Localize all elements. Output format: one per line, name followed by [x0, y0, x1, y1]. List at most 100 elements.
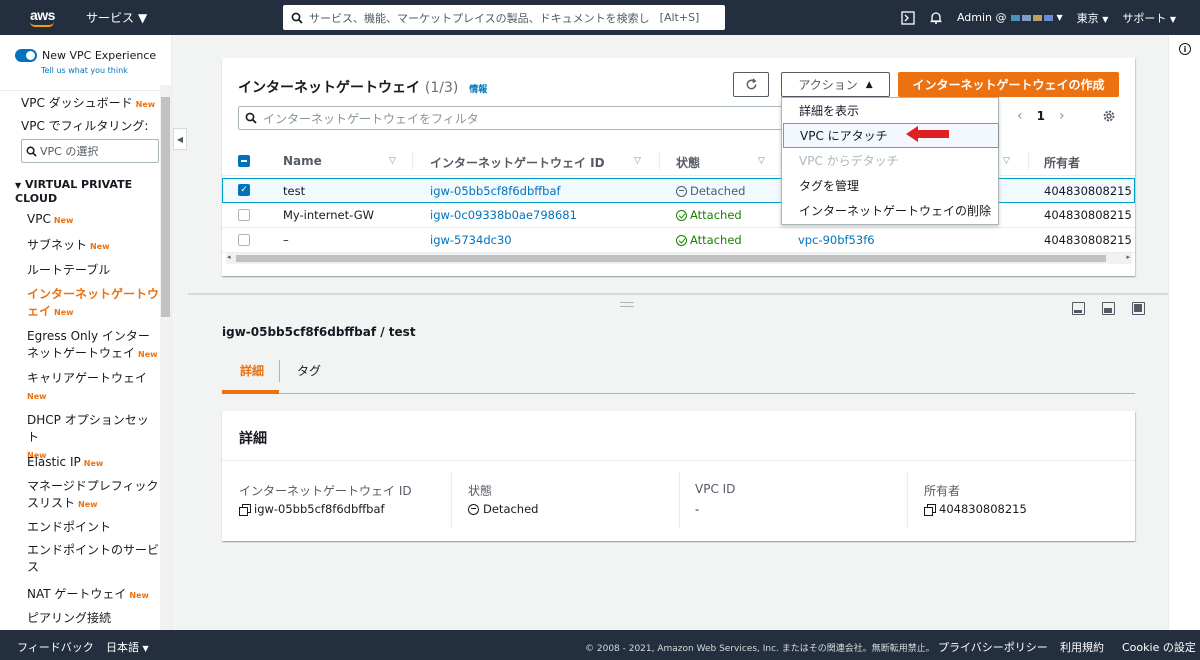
scroll-left-icon[interactable]: ◂ [227, 253, 231, 261]
table-horizontal-scrollbar[interactable]: ◂ ▸ [226, 253, 1132, 264]
create-igw-button[interactable]: インターネットゲートウェイの作成 [898, 72, 1119, 97]
privacy-link[interactable]: プライバシーポリシー [938, 639, 1048, 655]
row-checkbox[interactable] [238, 209, 250, 221]
bell-icon[interactable] [929, 11, 943, 25]
scroll-thumb[interactable] [236, 255, 1106, 262]
sidebar-item-label: NAT ゲートウェイ [27, 587, 127, 601]
col-divider [1028, 152, 1029, 170]
terms-link[interactable]: 利用規約 [1060, 639, 1104, 655]
table-row[interactable]: – igw-5734dc30 Attached vpc-90bf53f6 404… [222, 228, 1135, 253]
page-number[interactable]: 1 [1037, 109, 1045, 123]
language-label: 日本語 [106, 641, 139, 654]
sidebar-item-label: インターネットゲートウェイ [27, 287, 160, 318]
tab-details[interactable]: 詳細 [240, 362, 264, 379]
search-icon [26, 146, 37, 157]
sort-icon[interactable]: ▽ [634, 156, 641, 166]
new-vpc-toggle[interactable] [15, 49, 37, 62]
feedback-button[interactable]: フィードバック [17, 639, 94, 655]
new-vpc-toggle-row[interactable]: New VPC Experience [15, 49, 156, 62]
col-igw-id[interactable]: インターネットゲートウェイ ID [430, 154, 605, 171]
col-owner[interactable]: 所有者 [1044, 154, 1080, 171]
layout-split-icon[interactable] [1102, 302, 1115, 315]
caret-down-icon: ▼ [1056, 13, 1063, 22]
region-menu[interactable]: 東京 ▼ [1077, 10, 1109, 26]
refresh-button[interactable] [733, 72, 769, 97]
sidebar-scroll-thumb[interactable] [161, 97, 170, 317]
sort-icon[interactable]: ▽ [758, 156, 765, 166]
sort-icon[interactable]: ▽ [389, 156, 396, 166]
menu-item-view-details[interactable]: 詳細を表示 [783, 98, 999, 123]
table-title: インターネットゲートウェイ [238, 80, 420, 96]
sidebar-item-endpoint-services[interactable]: エンドポイントのサービス [27, 542, 159, 576]
info-icon[interactable]: i [1179, 43, 1191, 55]
sidebar-item-label: Egress Only インターネットゲートウェイ [27, 329, 150, 360]
aws-logo[interactable]: aws [18, 3, 58, 33]
sidebar-item-dashboard[interactable]: VPC ダッシュボード New [21, 95, 161, 113]
chevron-right-icon[interactable]: › [1059, 108, 1065, 124]
layout-maximize-icon[interactable] [1132, 302, 1145, 315]
vpc-select[interactable]: VPC の選択 [21, 139, 159, 163]
details-card: 詳細 インターネットゲートウェイ ID igw-05bb5cf8f6dbffba… [222, 411, 1135, 541]
copy-icon[interactable] [924, 503, 936, 516]
sidebar-collapse-button[interactable]: ◀ [173, 128, 187, 150]
chevron-left-icon[interactable]: ‹ [1017, 108, 1023, 124]
new-badge: New [53, 216, 74, 225]
filter-input[interactable]: インターネットゲートウェイをフィルタ [238, 106, 783, 130]
select-all-checkbox[interactable] [238, 155, 250, 167]
layout-minimize-icon[interactable] [1072, 302, 1085, 315]
global-search-input[interactable]: サービス、機能、マーケットプレイスの製品、ドキュメントを検索し [Alt+S] [283, 5, 725, 30]
state-label: Attached [690, 208, 742, 222]
account-menu[interactable]: Admin @ ▼ [957, 11, 1063, 24]
row-checkbox[interactable]: ✓ [238, 184, 250, 196]
section-virtual-private-cloud[interactable]: ▼ VIRTUAL PRIVATE CLOUD [15, 178, 160, 205]
cell-state: Detached [676, 184, 745, 198]
sidebar-item-endpoints[interactable]: エンドポイント [27, 519, 159, 536]
cell-name: – [283, 233, 289, 247]
language-selector[interactable]: 日本語 ▼ [106, 639, 149, 655]
sidebar-item-label: Elastic IP [27, 455, 81, 469]
cell-igw-id-link[interactable]: igw-5734dc30 [430, 233, 512, 247]
actions-button[interactable]: アクション ▲ [781, 72, 890, 97]
detached-icon [468, 503, 479, 515]
sidebar-item-egress-only-igw[interactable]: Egress Only インターネットゲートウェイ New [27, 328, 159, 363]
support-menu[interactable]: サポート ▼ [1122, 10, 1176, 26]
help-panel-rail: i [1168, 35, 1200, 630]
sidebar-item-prefix-lists[interactable]: マネージドプレフィックスリスト New [27, 478, 159, 513]
services-menu[interactable]: サービス ▼ [86, 9, 147, 26]
menu-item-attach-to-vpc[interactable]: VPC にアタッチ [783, 123, 999, 148]
feedback-link[interactable]: Tell us what you think [41, 66, 128, 75]
row-checkbox[interactable] [238, 234, 250, 246]
sidebar-item-route-tables[interactable]: ルートテーブル [27, 262, 159, 279]
col-name[interactable]: Name [283, 154, 322, 168]
sidebar-item-elastic-ip[interactable]: Elastic IP New [27, 454, 159, 472]
page-title: インターネットゲートウェイ (1/3) 情報 [238, 77, 487, 97]
col-state[interactable]: 状態 [676, 154, 700, 171]
cookie-settings-link[interactable]: Cookie の設定 [1122, 639, 1196, 655]
cell-vpc-link[interactable]: vpc-90bf53f6 [798, 233, 875, 247]
field-value-text: 404830808215 [939, 502, 1027, 516]
sidebar-item-subnets[interactable]: サブネット New [27, 237, 159, 255]
new-badge: New [138, 350, 158, 359]
sort-icon[interactable]: ▽ [1003, 156, 1010, 166]
sidebar-item-vpc[interactable]: VPC New [27, 211, 159, 229]
info-link[interactable]: 情報 [469, 85, 487, 95]
search-shortcut: [Alt+S] [659, 11, 700, 24]
sidebar-item-carrier-gateways[interactable]: キャリアゲートウェイ New [27, 370, 159, 405]
menu-item-manage-tags[interactable]: タグを管理 [783, 173, 999, 198]
scroll-right-icon[interactable]: ▸ [1126, 253, 1130, 261]
caret-down-icon: ▼ [138, 10, 148, 25]
menu-item-delete-igw[interactable]: インターネットゲートウェイの削除 [783, 198, 999, 223]
cloudshell-icon[interactable] [901, 10, 915, 25]
sidebar-item-internet-gateways[interactable]: インターネットゲートウェイ New [27, 286, 159, 321]
state-label: Detached [690, 184, 746, 198]
selection-count: (1/3) [424, 80, 459, 96]
cell-igw-id-link[interactable]: igw-05bb5cf8f6dbffbaf [430, 184, 561, 198]
region-label: 東京 [1076, 11, 1099, 25]
sidebar-item-nat-gateways[interactable]: NAT ゲートウェイ New [27, 586, 159, 604]
cell-igw-id-link[interactable]: igw-0c09338b0ae798681 [430, 208, 577, 222]
sidebar-item-peering[interactable]: ピアリング接続 [27, 610, 159, 627]
tab-tags[interactable]: タグ [297, 362, 321, 379]
gear-icon[interactable] [1102, 109, 1116, 123]
copy-icon[interactable] [239, 503, 251, 516]
resize-grip-icon[interactable] [620, 302, 634, 307]
